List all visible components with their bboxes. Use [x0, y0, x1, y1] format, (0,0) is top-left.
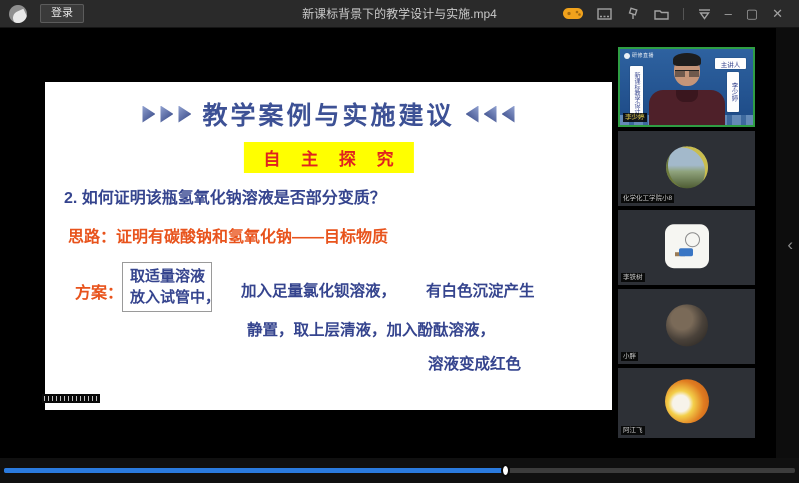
presenter-torso [649, 90, 725, 125]
player-controlbar [0, 458, 799, 483]
stream-logo-text: 研修直播 [632, 52, 654, 59]
participant-name-label: 李少婷 [623, 113, 647, 122]
overlay-card-name: 李少婷 [727, 72, 739, 112]
pin-icon[interactable] [626, 7, 640, 20]
participant-name-label: 李铁树 [621, 273, 645, 282]
close-button[interactable]: ✕ [772, 7, 783, 20]
participant-tile[interactable]: 化学化工学院小8 [618, 131, 755, 206]
participant-name-label: 阿江飞 [621, 426, 645, 435]
slide-step2: 静置，取上层清液，加入酚酞溶液， [247, 318, 495, 340]
arrow-left-icon [502, 106, 515, 123]
participant-tile-presenter[interactable]: 研修直播 新课标教学设计 主讲人 李少婷 李少婷 [618, 47, 755, 127]
slide-watermark [42, 394, 100, 403]
slide-title-row: 教学案例与实施建议 [45, 96, 612, 132]
slide-plan-box: 取适量溶液 放入试管中， [122, 262, 212, 312]
slide-result1: 有白色沉淀产生 [426, 279, 535, 301]
seek-bar-played [4, 468, 506, 473]
participant-name-label: 化学化工学院小8 [621, 194, 674, 203]
overlay-card-role: 主讲人 [715, 58, 746, 69]
slide-question: 2. 如何证明该瓶氢氧化钠溶液是否部分变质？ [64, 184, 386, 208]
slide-plan-label: 方案： [75, 279, 123, 303]
titlebar: 登录 新课标背景下的教学设计与实施.mp4 – ▢ ✕ [0, 0, 799, 28]
sketch-avatar [665, 224, 709, 268]
arrow-right-icon [142, 106, 155, 123]
participant-tile[interactable]: 李铁树 [618, 210, 755, 285]
seek-handle[interactable] [501, 464, 510, 477]
overlay-card-left: 新课标教学设计 [630, 66, 643, 119]
video-canvas[interactable]: ‹ 教学案例与实施建议 自 主 探 究 2. 如何证明该瓶氢氧化钠溶液是否部分变… [0, 28, 799, 458]
inquiry-badge: 自 主 探 究 [243, 142, 413, 173]
stream-logo: 研修直播 [624, 52, 654, 59]
preferences-dropdown-icon[interactable] [698, 8, 711, 20]
seek-bar[interactable] [4, 468, 795, 473]
arrow-right-icon [178, 106, 191, 123]
playlist-toggle-chevron-icon[interactable]: ‹ [787, 235, 793, 255]
plant-avatar [666, 146, 708, 188]
login-button[interactable]: 登录 [40, 4, 84, 23]
stream-logo-icon [624, 53, 630, 59]
plan-box-line1: 取适量溶液 [130, 266, 211, 287]
slide-step1: 加入足量氯化钡溶液， [241, 279, 396, 301]
slide-result2: 溶液变成红色 [428, 352, 521, 374]
plan-box-line2: 放入试管中， [130, 287, 211, 308]
arrow-right-icon [160, 106, 173, 123]
boss-screen-icon[interactable] [597, 8, 612, 20]
slide-idea: 思路：证明有碳酸钠和氢氧化钠——目标物质 [68, 223, 388, 247]
cartoon-dog-avatar [665, 379, 709, 423]
titlebar-separator [683, 8, 684, 20]
photo-avatar [666, 304, 708, 346]
participant-tile[interactable]: 阿江飞 [618, 368, 755, 438]
slide-title: 教学案例与实施建议 [202, 96, 454, 132]
player-logo-icon [9, 5, 27, 23]
arrow-left-icon [466, 106, 479, 123]
participant-tile[interactable]: 小胖 [618, 289, 755, 364]
maximize-button[interactable]: ▢ [746, 7, 758, 20]
presentation-slide: 教学案例与实施建议 自 主 探 究 2. 如何证明该瓶氢氧化钠溶液是否部分变质？… [45, 82, 612, 410]
gamepad-icon[interactable] [563, 7, 583, 20]
arrow-left-icon [484, 106, 497, 123]
minimize-button[interactable]: – [725, 7, 732, 20]
participant-name-label: 小胖 [621, 352, 638, 361]
open-folder-icon[interactable] [654, 8, 669, 20]
presenter-glasses [675, 70, 699, 77]
